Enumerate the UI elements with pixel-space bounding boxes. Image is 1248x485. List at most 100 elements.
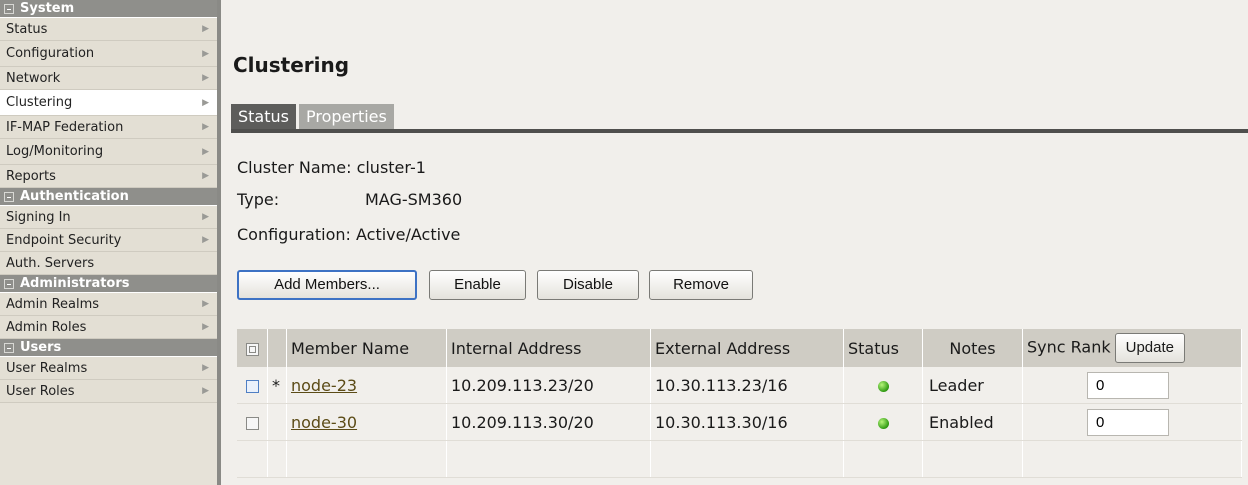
marker-header xyxy=(267,329,287,367)
chevron-right-icon: ▶ xyxy=(202,49,209,59)
sync-rank-input[interactable] xyxy=(1087,408,1169,436)
cluster-name-label: Cluster Name: xyxy=(237,158,352,177)
cluster-configuration-label: Configuration: xyxy=(237,225,351,244)
sidebar-section-system[interactable]: System xyxy=(0,0,217,18)
sidebar-section-title: Users xyxy=(20,340,62,355)
row-checkbox[interactable] xyxy=(245,416,259,430)
sidebar-item-label: Reports xyxy=(6,169,56,184)
table-header-row: Member Name Internal Address External Ad… xyxy=(237,329,1242,367)
page-title: Clustering xyxy=(233,53,350,77)
sidebar-item-user-roles[interactable]: User Roles ▶ xyxy=(0,380,217,403)
cluster-name-value: cluster-1 xyxy=(356,158,426,177)
chevron-right-icon: ▶ xyxy=(202,299,209,309)
tab-strip: Status Properties xyxy=(231,104,397,129)
sidebar: System Status ▶ Configuration ▶ Network ▶ C… xyxy=(0,0,221,485)
select-all-cell xyxy=(237,329,268,367)
remove-button[interactable]: Remove xyxy=(649,270,753,300)
sidebar-item-label: Signing In xyxy=(6,210,71,225)
leader-marker: * xyxy=(267,367,287,404)
col-external-address: External Address xyxy=(650,329,844,367)
cluster-name-row: Cluster Name: cluster-1 xyxy=(237,158,426,177)
chevron-right-icon: ▶ xyxy=(202,212,209,222)
chevron-right-icon: ▶ xyxy=(202,122,209,132)
sidebar-item-if-map-federation[interactable]: IF-MAP Federation ▶ xyxy=(0,116,217,139)
sidebar-item-network[interactable]: Network ▶ xyxy=(0,67,217,90)
sidebar-item-status[interactable]: Status ▶ xyxy=(0,18,217,41)
add-members-button[interactable]: Add Members... xyxy=(237,270,417,300)
table-row[interactable]: node-30 10.209.113.30/20 10.30.113.30/16… xyxy=(237,403,1242,441)
sidebar-item-configuration[interactable]: Configuration ▶ xyxy=(0,41,217,67)
sidebar-item-admin-realms[interactable]: Admin Realms ▶ xyxy=(0,293,217,316)
disable-button[interactable]: Disable xyxy=(537,270,639,300)
tab-properties[interactable]: Properties xyxy=(298,104,394,129)
cluster-configuration-row: Configuration: Active/Active xyxy=(237,225,460,244)
notes-cell: Enabled xyxy=(922,403,1023,441)
sidebar-item-label: Log/Monitoring xyxy=(6,144,104,159)
col-notes: Notes xyxy=(922,329,1023,367)
sync-rank-cell xyxy=(1022,367,1242,404)
sidebar-section-administrators[interactable]: Administrators xyxy=(0,275,217,293)
main-content: Clustering Status Properties Cluster Nam… xyxy=(221,0,1248,485)
cluster-type-label: Type: xyxy=(237,190,280,209)
leader-marker xyxy=(267,403,287,441)
col-member-name: Member Name xyxy=(286,329,447,367)
sidebar-section-users[interactable]: Users xyxy=(0,339,217,357)
tab-underline xyxy=(231,129,1248,133)
update-button[interactable]: Update xyxy=(1114,333,1185,363)
chevron-right-icon: ▶ xyxy=(202,235,209,245)
sidebar-item-label: Network xyxy=(6,71,61,86)
sidebar-item-label: Admin Roles xyxy=(6,320,87,335)
chevron-right-icon: ▶ xyxy=(202,363,209,373)
sidebar-item-user-realms[interactable]: User Realms ▶ xyxy=(0,357,217,380)
notes-cell: Leader xyxy=(922,367,1023,404)
sidebar-item-signing-in[interactable]: Signing In ▶ xyxy=(0,206,217,229)
sidebar-item-label: Admin Realms xyxy=(6,297,100,312)
member-name-cell: node-30 xyxy=(286,403,447,441)
internal-address-cell: 10.209.113.30/20 xyxy=(446,403,651,441)
chevron-right-icon: ▶ xyxy=(202,171,209,181)
select-all-checkbox[interactable] xyxy=(245,342,259,356)
cluster-configuration-value: Active/Active xyxy=(356,225,461,244)
tab-status[interactable]: Status xyxy=(231,104,296,129)
sidebar-item-label: Clustering xyxy=(6,95,73,110)
cluster-type-row: Type: MAG-SM360 xyxy=(237,190,637,209)
sidebar-item-label: Endpoint Security xyxy=(6,233,122,248)
sidebar-item-clustering[interactable]: Clustering ▶ xyxy=(0,90,217,116)
status-cell xyxy=(843,367,923,404)
col-status: Status xyxy=(843,329,923,367)
table-row-empty xyxy=(237,440,1242,478)
sidebar-section-authentication[interactable]: Authentication xyxy=(0,188,217,206)
sidebar-item-admin-roles[interactable]: Admin Roles ▶ xyxy=(0,316,217,339)
chevron-right-icon: ▶ xyxy=(202,147,209,157)
sidebar-item-reports[interactable]: Reports ▶ xyxy=(0,165,217,188)
collapse-icon[interactable] xyxy=(4,278,14,289)
table-row[interactable]: * node-23 10.209.113.23/20 10.30.113.23/… xyxy=(237,367,1242,404)
row-checkbox[interactable] xyxy=(245,379,259,393)
enable-button[interactable]: Enable xyxy=(429,270,526,300)
collapse-icon[interactable] xyxy=(4,191,14,202)
sidebar-item-endpoint-security[interactable]: Endpoint Security ▶ xyxy=(0,229,217,252)
chevron-right-icon: ▶ xyxy=(202,73,209,83)
sidebar-item-log-monitoring[interactable]: Log/Monitoring ▶ xyxy=(0,139,217,165)
member-name-link[interactable]: node-23 xyxy=(291,376,357,395)
member-name-link[interactable]: node-30 xyxy=(291,413,357,432)
external-address-cell: 10.30.113.30/16 xyxy=(650,403,844,441)
sync-rank-input[interactable] xyxy=(1087,371,1169,399)
collapse-icon[interactable] xyxy=(4,3,14,14)
sync-rank-label: Sync Rank xyxy=(1027,337,1111,357)
col-sync-rank: Sync Rank Update xyxy=(1022,329,1242,367)
sidebar-item-label: Auth. Servers xyxy=(6,256,95,271)
sidebar-item-label: Status xyxy=(6,22,48,37)
status-ok-icon xyxy=(877,380,889,392)
status-ok-icon xyxy=(877,417,889,429)
members-table: Member Name Internal Address External Ad… xyxy=(237,329,1242,478)
chevron-right-icon: ▶ xyxy=(202,24,209,34)
sidebar-item-label: User Roles xyxy=(6,384,75,399)
sidebar-section-title: Administrators xyxy=(20,276,130,291)
collapse-icon[interactable] xyxy=(4,342,14,353)
sidebar-section-title: Authentication xyxy=(20,189,129,204)
chevron-right-icon: ▶ xyxy=(202,386,209,396)
sidebar-item-label: User Realms xyxy=(6,361,88,376)
sidebar-item-label: IF-MAP Federation xyxy=(6,120,124,135)
sidebar-item-auth-servers[interactable]: Auth. Servers xyxy=(0,252,217,275)
